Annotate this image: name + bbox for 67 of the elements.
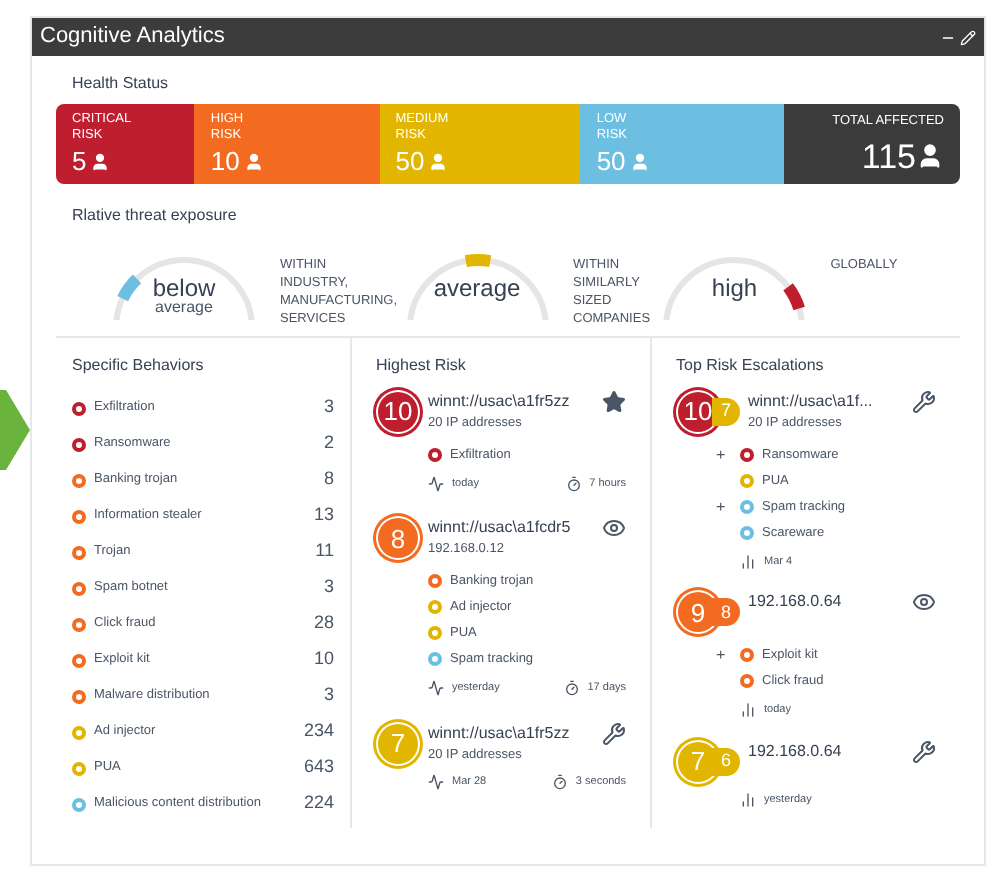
behavior-count: 28: [313, 610, 334, 637]
person-icon: [243, 151, 264, 171]
activity-icon: [428, 680, 444, 697]
star-icon[interactable]: [602, 390, 626, 414]
host-name[interactable]: winnt://usac\a1fr5zz: [428, 721, 594, 745]
bar-chart-icon: [740, 702, 756, 719]
segment-count: 115: [861, 139, 916, 174]
behavior-count: 13: [313, 502, 334, 529]
behavior-count: 3: [323, 574, 334, 601]
timer-icon: [551, 773, 568, 790]
segment-count: 10: [210, 148, 240, 174]
activity-icon: [428, 476, 444, 493]
behavior-count: 2: [323, 430, 334, 457]
gauge-value: average: [433, 276, 521, 300]
eye-icon[interactable]: [912, 590, 936, 615]
column-title: Top Risk Escalations: [676, 354, 826, 378]
behavior-count: 3: [323, 682, 334, 709]
gauge-track: [113, 257, 255, 320]
gauge-value: high: [711, 276, 758, 300]
behavior-count: 224: [303, 790, 334, 817]
added-marker: +: [716, 499, 726, 515]
host-name[interactable]: 192.168.0.64: [748, 739, 904, 763]
column-title: Specific Behaviors: [72, 354, 206, 378]
section-title: Rlative threat exposure: [72, 204, 239, 228]
host-name[interactable]: winnt://usac\a1fcdr5: [428, 516, 594, 541]
score-badge: 10: [376, 390, 420, 434]
eye-icon[interactable]: [602, 516, 626, 541]
wrench-icon[interactable]: [912, 739, 936, 763]
previous-score-badge: 8: [712, 598, 740, 627]
person-icon: [428, 151, 449, 171]
person-icon: [629, 151, 650, 171]
behavior-count: 10: [313, 646, 334, 673]
bar-chart-icon: [740, 791, 756, 808]
gauge-track: [406, 257, 548, 320]
host-name[interactable]: 192.168.0.64: [748, 590, 904, 615]
bar-chart-icon: [740, 554, 756, 571]
behavior-count: 643: [303, 754, 334, 781]
arrow-icon: [0, 390, 30, 470]
gauge-track: [663, 257, 806, 320]
behavior-count: 11: [315, 538, 334, 565]
wrench-icon[interactable]: [602, 721, 626, 745]
gauge-value: below: [152, 276, 216, 300]
host-name[interactable]: winnt://usac\a1fr5zz: [428, 390, 594, 414]
segment-count: 50: [395, 148, 425, 174]
added-marker: +: [716, 447, 726, 463]
added-marker: +: [716, 647, 726, 664]
wrench-icon[interactable]: [912, 390, 936, 414]
timer-icon: [565, 476, 582, 493]
previous-score-badge: 6: [712, 747, 740, 775]
segment-count: 50: [596, 148, 626, 174]
timer-icon: [563, 680, 580, 697]
segment-count: 5: [72, 148, 87, 174]
section-title: Health Status: [72, 72, 171, 96]
behavior-count: 234: [303, 718, 334, 745]
edit-icon[interactable]: [960, 29, 976, 45]
activity-icon: [428, 773, 444, 790]
column-title: Highest Risk: [376, 354, 468, 378]
person-icon: [916, 142, 944, 171]
score-badge: 7: [376, 721, 420, 765]
score-badge: 8: [376, 516, 420, 561]
window-title: Cognitive Analytics: [40, 22, 225, 53]
gauge-subvalue: average: [155, 300, 213, 316]
previous-score-badge: 7: [712, 398, 740, 426]
person-icon: [90, 151, 111, 171]
host-name[interactable]: winnt://usac\a1f...: [748, 390, 904, 414]
behavior-count: 8: [323, 466, 334, 493]
behavior-count: 3: [323, 394, 334, 421]
